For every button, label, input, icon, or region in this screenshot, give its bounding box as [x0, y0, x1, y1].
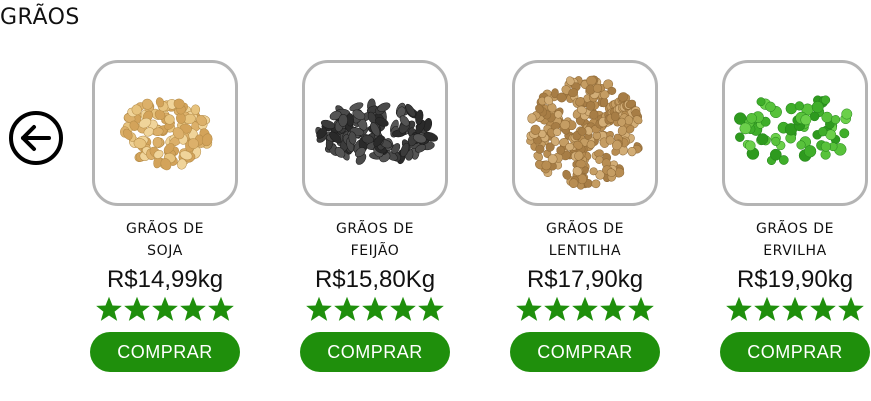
buy-button[interactable]: COMPRAR — [90, 332, 240, 372]
product-image-lentilha[interactable] — [512, 60, 658, 206]
product-card-feijao: GRÃOS DE FEIJÃO R$15,80Kg COMPRAR — [300, 60, 450, 372]
star-icon — [600, 296, 626, 321]
product-price: R$19,90kg — [736, 266, 854, 293]
product-image-ervilha[interactable] — [722, 60, 868, 206]
product-name: GRÃOS DE SOJA — [125, 221, 205, 259]
buy-button[interactable]: COMPRAR — [300, 332, 450, 372]
star-icon — [362, 296, 388, 321]
product-price: R$17,90kg — [526, 266, 644, 293]
product-price: R$14,99kg — [106, 266, 224, 293]
rating-stars — [720, 294, 870, 326]
star-icon — [516, 296, 542, 321]
star-icon — [810, 296, 836, 321]
star-icon — [208, 296, 234, 321]
product-card-lentilha: GRÃOS DE LENTILHA R$17,90kg COMPRAR — [510, 60, 660, 372]
product-card-soja: GRÃOS DE SOJA R$14,99kg COMPRAR — [90, 60, 240, 372]
star-icon — [782, 296, 808, 321]
star-icon — [726, 296, 752, 321]
star-icon — [390, 296, 416, 321]
lentils-image — [526, 75, 643, 190]
product-image-feijao[interactable] — [302, 60, 448, 206]
section-title: GRÃOS — [0, 5, 80, 30]
star-icon — [418, 296, 444, 321]
star-icon — [544, 296, 570, 321]
star-icon — [180, 296, 206, 321]
star-icon — [754, 296, 780, 321]
buy-button[interactable]: COMPRAR — [510, 332, 660, 372]
back-arrow-icon[interactable] — [8, 110, 64, 166]
product-image-soja[interactable] — [92, 60, 238, 206]
star-icon — [628, 296, 654, 321]
rating-stars — [90, 294, 240, 326]
star-icon — [96, 296, 122, 321]
buy-button[interactable]: COMPRAR — [720, 332, 870, 372]
product-name: GRÃOS DE ERVILHA — [755, 221, 835, 259]
soybeans-image — [120, 97, 213, 171]
product-card-ervilha: GRÃOS DE ERVILHA R$19,90kg COMPRAR — [720, 60, 870, 372]
peas-image — [734, 95, 853, 166]
star-icon — [572, 296, 598, 321]
product-price: R$15,80Kg — [314, 266, 436, 293]
star-icon — [152, 296, 178, 321]
star-icon — [838, 296, 864, 321]
star-icon — [124, 296, 150, 321]
product-name: GRÃOS DE FEIJÃO — [335, 221, 415, 259]
rating-stars — [300, 294, 450, 326]
product-name: GRÃOS DE LENTILHA — [545, 221, 625, 259]
star-icon — [334, 296, 360, 321]
star-icon — [306, 296, 332, 321]
black-beans-image — [315, 98, 438, 165]
rating-stars — [510, 294, 660, 326]
